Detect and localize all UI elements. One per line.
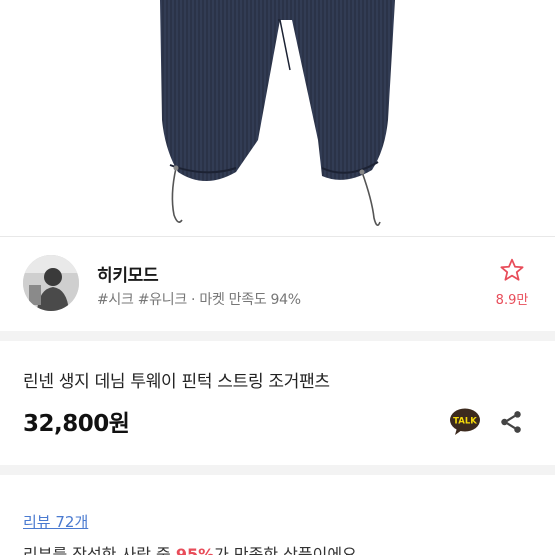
section-separator [0,465,555,475]
star-icon [500,258,524,281]
talk-badge-text: TALK [453,417,477,427]
product-image[interactable] [0,0,555,236]
product-info: 린넨 생지 데님 투웨이 핀턱 스트링 조거팬츠 32,800원 TALK [0,341,555,465]
share-icon [501,411,521,433]
review-count-link[interactable]: 리뷰 72개 [23,511,88,532]
talk-bubble-icon: TALK [450,408,480,435]
seller-avatar[interactable] [23,255,79,311]
share-button[interactable] [498,409,524,435]
favorite-button[interactable]: 8.9만 [487,257,537,308]
product-price: 32,800원 [23,411,130,437]
avatar-photo-icon [23,255,79,311]
kakao-talk-button[interactable]: TALK [448,407,482,437]
seller-name[interactable]: 히키모드 [97,261,159,286]
jogger-pants-illustration [160,0,395,226]
review-summary-suffix: 가 만족한 상품이에요 [214,545,357,555]
seller-section[interactable]: 히키모드 #시크 #유니크 · 마켓 만족도 94% 8.9만 [0,237,555,331]
review-satisfaction-percent: 95% [175,545,215,555]
review-section: 리뷰 72개 리뷰를 작성한 사람 중 95%가 만족한 상품이에요 [0,475,555,555]
favorite-count: 8.9만 [495,293,529,308]
review-summary-prefix: 리뷰를 작성한 사람 중 [23,545,176,555]
seller-tags: #시크 #유니크 · 마켓 만족도 94% [97,292,301,308]
section-separator [0,331,555,341]
review-summary: 리뷰를 작성한 사람 중 95%가 만족한 상품이에요 [23,541,357,555]
product-title: 린넨 생지 데님 투웨이 핀턱 스트링 조거팬츠 [23,372,330,392]
